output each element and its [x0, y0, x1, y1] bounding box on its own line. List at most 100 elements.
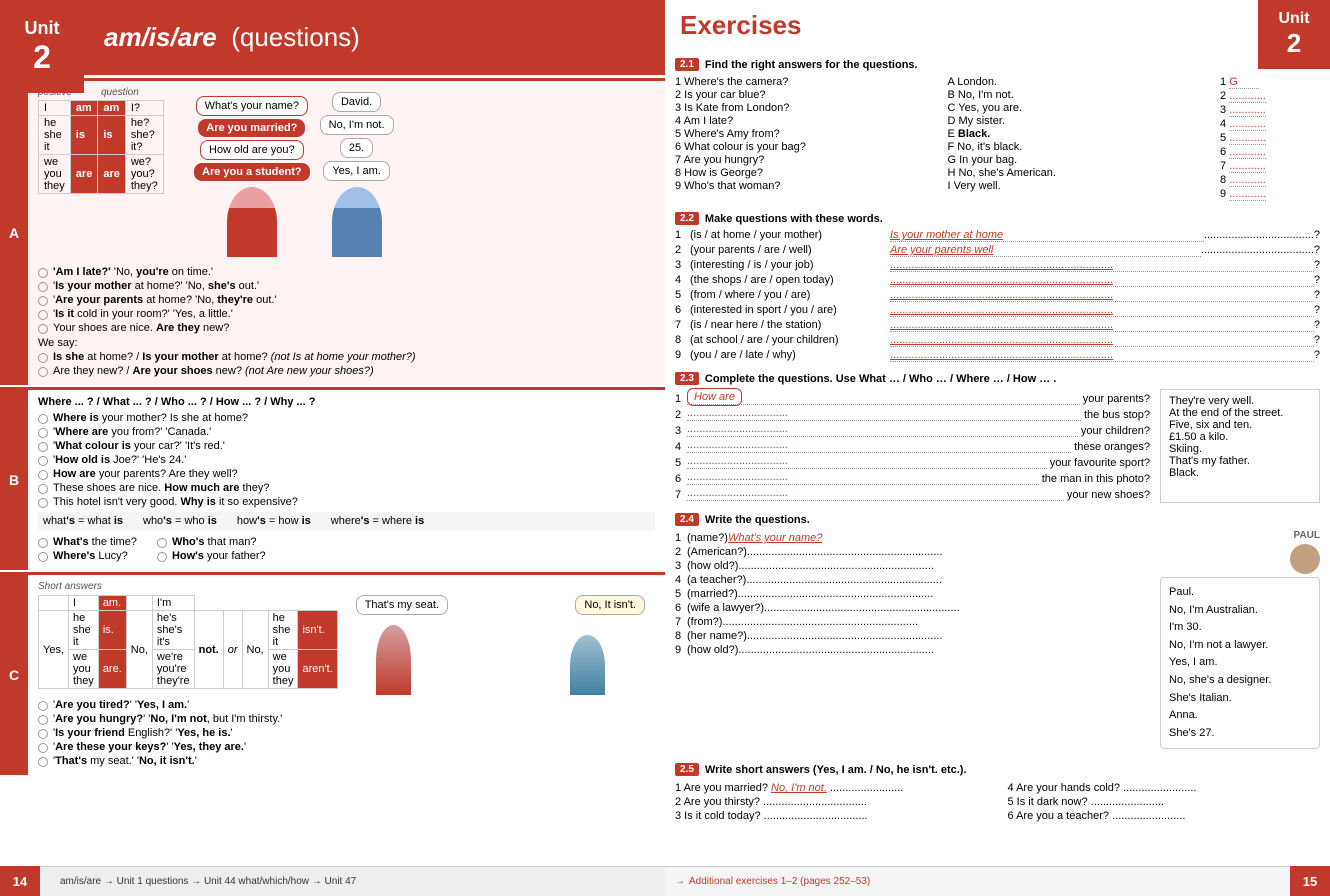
section-a-bullets: 'Am I late?' 'No, you're on time.' 'Is y…	[38, 266, 655, 334]
right-page: Unit 2 Exercises 2.1 Find the right answ…	[665, 0, 1330, 896]
q-row: 5 (married?) ...........................…	[675, 588, 1150, 600]
bullet-circle	[38, 428, 48, 438]
exercise-2-1: 2.1 Find the right answers for the quest…	[675, 58, 1320, 202]
q-row: 7 (is / near here / the station) .......…	[675, 319, 1320, 332]
answer-field[interactable]: .................................	[687, 439, 1071, 453]
answer-field[interactable]: ........................................…	[747, 546, 943, 558]
answer-field[interactable]: ........................................…	[722, 616, 918, 628]
q-row: 2 ................................. the …	[675, 407, 1150, 421]
answer-field[interactable]: ........................	[1091, 796, 1164, 808]
q-item: 3 Is Kate from London?	[675, 102, 940, 114]
q-row: 7 (from?) ..............................…	[675, 616, 1150, 628]
bullet-circle	[38, 442, 48, 452]
exercise-2-5: 2.5 Write short answers (Yes, I am. / No…	[675, 763, 1320, 824]
footer-text-left: am/is/are → Unit 1 questions → Unit 44 w…	[60, 876, 356, 887]
answer-field[interactable]: ..................................	[763, 796, 867, 808]
answer-field[interactable]: What's your name?	[728, 532, 822, 544]
answer-field[interactable]: ............	[1229, 90, 1266, 103]
answer-field[interactable]: ........................................…	[746, 574, 942, 586]
paul-answer: No, I'm Australian.	[1169, 602, 1311, 620]
bubble-student: Are you a student?	[194, 163, 310, 181]
answer-field[interactable]: ........................................…	[890, 259, 1314, 272]
ex21-questions-col: 1 Where's the camera? 2 Is your car blue…	[675, 75, 940, 202]
answer-field[interactable]: ........................................…	[764, 602, 960, 614]
bullet-circle	[38, 470, 48, 480]
ex23-responses-box: They're very well. At the end of the str…	[1160, 389, 1320, 503]
answer-field[interactable]: ........................................…	[738, 560, 934, 572]
q-row: 2 (your parents / are / well) Are your p…	[675, 244, 1320, 257]
answer-field[interactable]: ........................................…	[890, 289, 1314, 302]
bullet-circle	[38, 729, 48, 739]
q-row: 3 ................................. your…	[675, 423, 1150, 437]
paul-answer: She's 27.	[1169, 725, 1311, 743]
answer-field[interactable]: ........................................…	[890, 304, 1314, 317]
bubble-david: David.	[332, 92, 381, 112]
answer-field[interactable]: ............	[1229, 160, 1266, 173]
who-text: Who	[161, 396, 185, 408]
answer-field[interactable]: ............	[1229, 118, 1266, 131]
bullet-circle	[38, 715, 48, 725]
answer-field[interactable]: .................................	[687, 423, 1078, 437]
no-it-isnt-bubble: No, It isn't.	[575, 595, 645, 615]
ex25-row: 2 Are you thirsty? .....................…	[675, 796, 988, 808]
answer-field[interactable]: ............	[1229, 104, 1266, 117]
q-row: 9 (you / are / late / why) .............…	[675, 349, 1320, 362]
answer-field[interactable]: ............	[1229, 146, 1266, 159]
bullet-circle	[38, 456, 48, 466]
section-a-label: A	[0, 81, 28, 385]
answer-field[interactable]: G	[1229, 76, 1259, 89]
answer-field[interactable]: ............	[1229, 132, 1266, 145]
man-figure	[332, 187, 382, 257]
q-row: 3 (how old?) ...........................…	[675, 560, 1150, 572]
footer-arrow-icon: →	[675, 876, 685, 887]
q-item: 8 How is George?	[675, 167, 940, 179]
page-title: am/is/are (questions)	[104, 22, 360, 53]
exercise-2-3-header: 2.3 Complete the questions. Use What … /…	[675, 372, 1320, 385]
answer-field[interactable]: ........................................…	[747, 630, 943, 642]
response-item: They're very well.	[1169, 395, 1311, 407]
answer-field[interactable]: .................................	[687, 471, 1039, 485]
answer-field[interactable]: .................................	[687, 487, 1064, 501]
answer-field[interactable]: ............	[1229, 188, 1266, 201]
thats-my-seat-bubble: That's my seat.	[356, 595, 448, 615]
bullet-circle	[38, 757, 48, 767]
q-row: 1 (name?) What's your name?	[675, 532, 1150, 544]
section-b: B Where ... ? / What ... ? / Who ... ? /…	[0, 387, 665, 570]
q-row: 2 (American?) ..........................…	[675, 546, 1150, 558]
answer-field[interactable]: Is your mother at home	[890, 229, 1204, 242]
ex25-row: 3 Is it cold today? ....................…	[675, 810, 988, 822]
answer-field[interactable]: ........................................…	[738, 588, 934, 600]
answer-field[interactable]: Are your parents well	[890, 244, 1201, 257]
answer-field[interactable]: ........................................…	[890, 334, 1314, 347]
answer-field[interactable]: ........................................…	[890, 274, 1314, 287]
bullet-item: How are your parents? Are they well?	[38, 468, 655, 480]
answer-field[interactable]: ........................	[1123, 782, 1196, 794]
ex23-layout: 1 How are your parents? 2 ..............…	[675, 389, 1320, 503]
grammar-table-wrap: positive question I am am I? heshei	[38, 87, 181, 199]
seat-illustration: That's my seat. No, It isn't.	[346, 595, 655, 695]
answer-field[interactable]: .................................	[687, 407, 1081, 421]
ex21-answers-col: A London. B No, I'm not. C Yes, you are.…	[948, 75, 1213, 202]
short-answers-table: I am. I'm Yes, hesheit is. No, he'sshe's…	[38, 595, 338, 689]
exercise-2-3: 2.3 Complete the questions. Use What … /…	[675, 372, 1320, 503]
answer-field[interactable]: .................................	[687, 455, 1047, 469]
exercise-2-2-header: 2.2 Make questions with these words.	[675, 212, 1320, 225]
answer-field[interactable]: ........................................…	[738, 644, 934, 656]
section-a: A positive question I am	[0, 78, 665, 385]
answer-field[interactable]: No, I'm not.	[771, 782, 827, 794]
bullet-item: 'How old is Joe?' 'He's 24.'	[38, 454, 655, 466]
answer-field[interactable]: ........................	[1112, 810, 1185, 822]
q-row: 4 (a teacher?) .........................…	[675, 574, 1150, 586]
q-item: 7 ............	[1220, 160, 1320, 173]
answer-field[interactable]: ........................................…	[890, 349, 1314, 362]
answer-field[interactable]: ........................................…	[890, 319, 1314, 332]
q-item: 4 Am I late?	[675, 115, 940, 127]
answer-field[interactable]: ............	[1229, 174, 1266, 187]
answer-field[interactable]: ..................................	[764, 810, 868, 822]
answer-field[interactable]: How are	[687, 391, 1080, 405]
bullet-circle	[38, 538, 48, 548]
bullet-item: 'Where are you from?' 'Canada.'	[38, 426, 655, 438]
q-item: E Black.	[948, 128, 1213, 140]
paul-answer: No, I'm not a lawyer.	[1169, 637, 1311, 655]
black-answer: Black.	[958, 128, 990, 140]
